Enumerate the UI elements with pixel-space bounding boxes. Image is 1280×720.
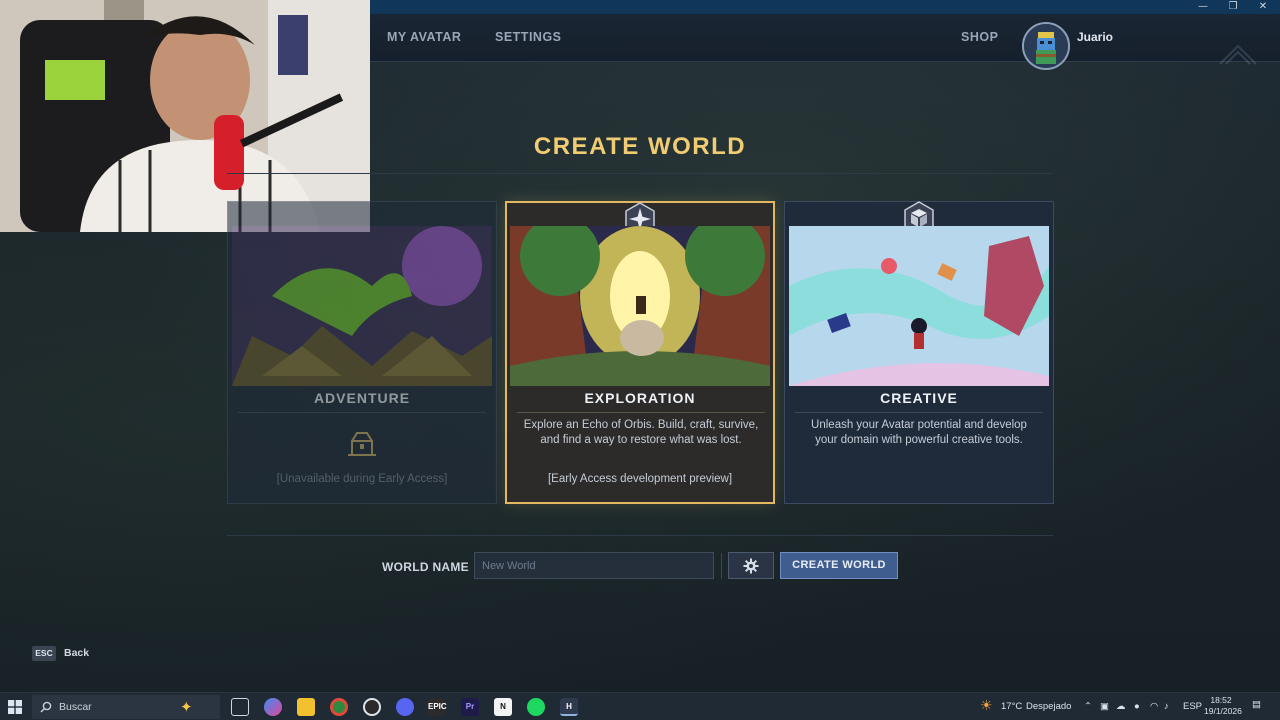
avatar-image [1024,24,1068,68]
clock-time: 18:52 [1210,695,1232,705]
card-note: [Unavailable during Early Access] [276,473,448,485]
weather-temp[interactable]: 17°C [1001,701,1022,712]
exploration-artwork [510,226,770,386]
windows-start-icon[interactable] [8,700,22,714]
epic-games-icon[interactable]: EPIC [428,698,447,716]
clock-date: 19/1/2026 [1204,706,1242,716]
task-view-icon[interactable] [231,698,249,716]
minimize-button[interactable]: — [1188,0,1218,14]
card-divider [795,412,1043,413]
search-placeholder: Buscar [59,701,92,713]
page-title: CREATE WORLD [533,133,747,160]
create-world-button[interactable]: CREATE WORLD [780,552,898,579]
avatar[interactable] [1022,22,1070,70]
search-icon [40,701,52,713]
notification-icon[interactable]: ▤ [1252,699,1261,710]
nav-settings[interactable]: SETTINGS [495,30,562,44]
decorative-emblem-icon [1219,44,1257,65]
volume-icon[interactable]: ♪ [1164,701,1169,712]
notion-icon[interactable]: N [494,698,512,716]
weather-icon: ☀ [980,697,993,713]
chevron-up-icon[interactable]: ⌃ [1084,701,1092,712]
mode-card-adventure[interactable]: ADVENTURE [Unavailable during Early Acce… [227,201,497,504]
nav-shop[interactable]: SHOP [961,30,998,44]
webcam-image [0,0,370,232]
discord-icon[interactable] [396,698,414,716]
taskbar-search[interactable]: Buscar ✦ [32,695,220,719]
file-explorer-icon[interactable] [297,698,315,716]
close-button[interactable]: ✕ [1248,0,1278,14]
card-description: Unleash your Avatar potential and develo… [811,419,1027,446]
premiere-pro-icon[interactable]: Pr [461,698,479,716]
gear-icon [743,558,759,573]
card-divider [517,412,765,413]
creative-artwork [789,226,1049,386]
mode-card-exploration[interactable]: EXPLORATION Explore an Echo of Orbis. Bu… [505,201,775,504]
adventure-artwork [232,226,492,386]
card-title: ADVENTURE [313,390,411,406]
title-divider [227,173,1053,174]
language-indicator[interactable]: ESP [1183,701,1202,712]
obs-icon[interactable] [363,698,381,716]
world-settings-button[interactable] [728,552,774,579]
restore-button[interactable]: ❐ [1218,0,1248,14]
card-title: EXPLORATION [584,390,696,406]
world-name-input[interactable] [474,552,714,579]
card-description: Explore an Echo of Orbis. Build, craft, … [523,419,759,446]
spotify-icon[interactable] [527,698,545,716]
weather-text[interactable]: Despejado [1026,701,1071,712]
world-name-label: WORLD NAME [382,560,469,574]
copilot-sparkle-icon: ✦ [180,699,193,716]
webcam-overlay [0,0,370,232]
form-divider [227,535,1053,536]
wifi-icon[interactable]: ◠ [1150,701,1158,712]
back-button[interactable]: Back [64,647,89,659]
card-note: [Early Access development preview] [547,473,733,485]
locked-chest-icon [348,432,376,456]
card-divider [238,412,486,413]
microphone-icon[interactable]: ● [1134,701,1140,712]
taskbar-clock[interactable]: 18:52 19/1/2026 [1204,695,1242,717]
form-separator [721,553,722,579]
tray-app-icon[interactable]: ▣ [1100,701,1109,712]
hytale-icon[interactable]: H [560,698,578,716]
nav-my-avatar[interactable]: MY AVATAR [387,30,461,44]
username[interactable]: Juario [1077,30,1113,44]
esc-key-hint[interactable]: ESC [32,646,56,661]
tray-cloud-icon[interactable]: ☁ [1116,701,1126,712]
mode-card-creative[interactable]: CREATIVE Unleash your Avatar potential a… [784,201,1054,504]
copilot-icon[interactable] [264,698,282,716]
chrome-icon[interactable] [330,698,348,716]
card-title: CREATIVE [880,390,958,406]
